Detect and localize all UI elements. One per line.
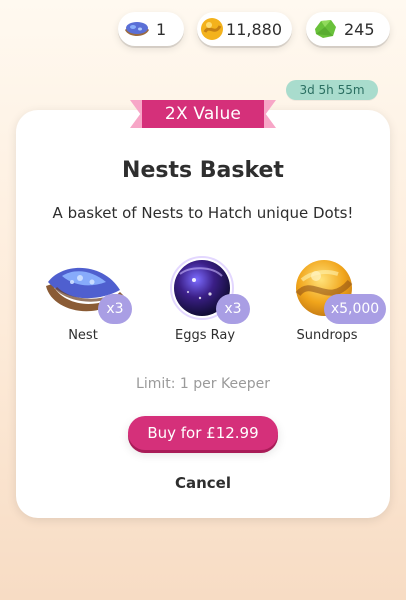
quantity-badge: x3 — [216, 294, 250, 324]
reward-item-sundrops: x5,000 Sundrops — [272, 252, 386, 347]
buy-button[interactable]: Buy for £12.99 — [128, 416, 278, 450]
reward-item-nest: x3 Nest — [28, 252, 138, 347]
cancel-button-label: Cancel — [174, 474, 231, 492]
nest-icon — [118, 12, 156, 46]
quantity-badge: x5,000 — [324, 294, 386, 324]
gems-counter[interactable]: 245 — [306, 12, 390, 46]
gems-count: 245 — [344, 19, 375, 39]
timer-text: 3d 5h 55m — [299, 83, 365, 97]
quantity-text: x5,000 — [330, 301, 380, 317]
cancel-button[interactable]: Cancel — [16, 474, 390, 492]
item-name: Eggs Ray — [174, 328, 236, 343]
gold-coin-icon — [197, 12, 226, 46]
gold-count: 11,880 — [226, 19, 282, 39]
ribbon-text: 2X Value — [164, 104, 242, 124]
quantity-badge: x3 — [98, 294, 132, 324]
quantity-text: x3 — [106, 301, 124, 317]
item-name: Sundrops — [296, 328, 358, 343]
nests-count: 1 — [156, 19, 167, 39]
offer-subtitle: A basket of Nests to Hatch unique Dots! — [52, 204, 354, 222]
offer-title: Nests Basket — [122, 158, 284, 183]
green-gem-icon — [306, 12, 344, 46]
nests-counter[interactable]: 1 — [118, 12, 184, 46]
currency-bar: 1 11,880 245 — [0, 10, 406, 50]
buy-button-label: Buy for £12.99 — [147, 424, 259, 442]
item-name: Nest — [68, 328, 98, 343]
gold-counter[interactable]: 11,880 — [197, 12, 292, 46]
offer-timer: 3d 5h 55m — [286, 80, 378, 100]
reward-item-eggs-ray: x3 Eggs Ray — [150, 252, 260, 347]
purchase-limit-text: Limit: 1 per Keeper — [136, 376, 270, 392]
value-ribbon-label: 2X Value — [142, 100, 264, 128]
quantity-text: x3 — [224, 301, 242, 317]
